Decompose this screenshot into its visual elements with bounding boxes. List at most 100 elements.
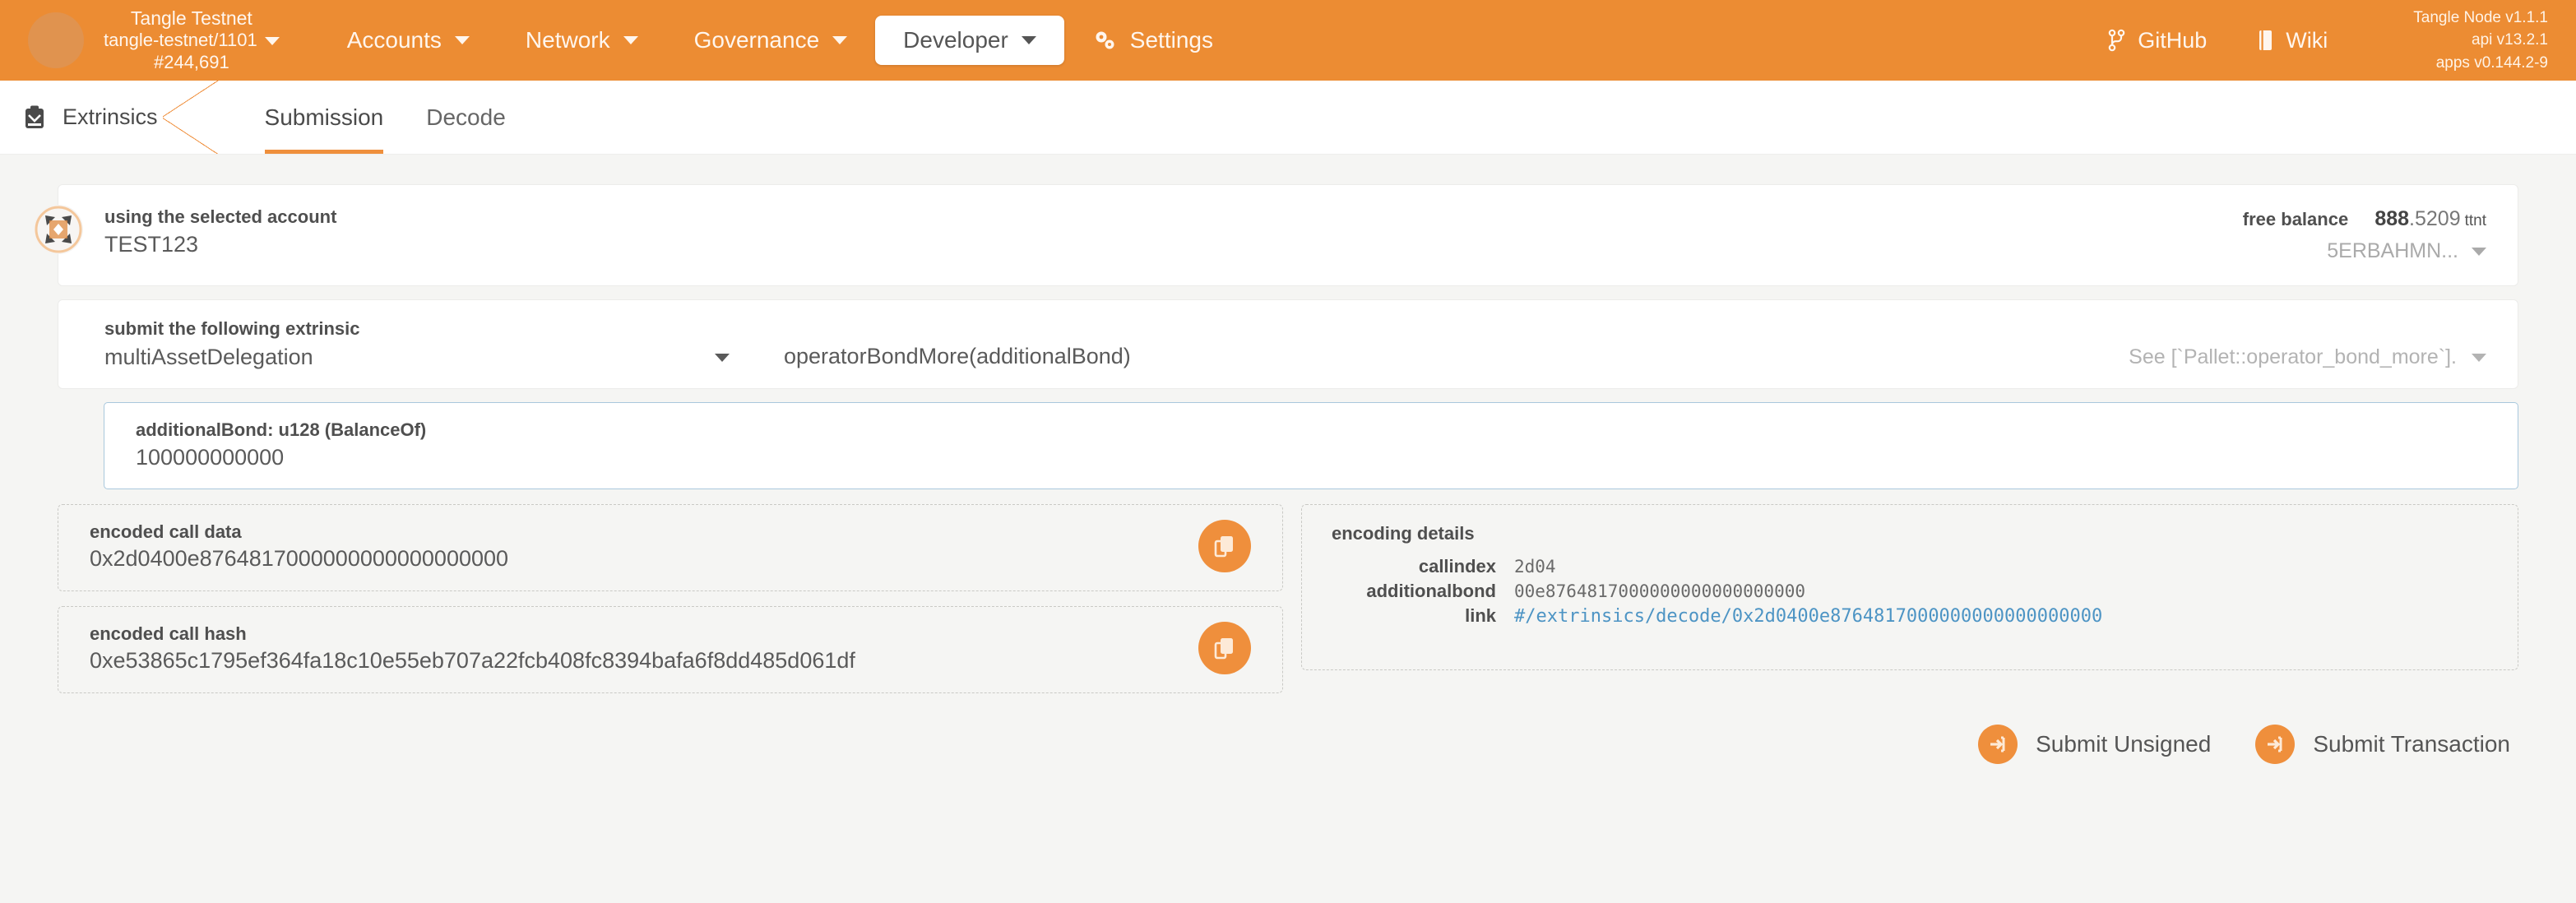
balance-amount: 888.5209ttnt [2374, 207, 2486, 230]
parameter-area: additionalBond: u128 (BalanceOf) 1000000… [58, 389, 2518, 489]
nav-item-settings[interactable]: Settings [1064, 16, 1241, 65]
main-content: using the selected account TEST123 free … [0, 155, 2576, 764]
node-version: Tangle Node v1.1.1 [2413, 7, 2548, 30]
balance-whole: 888 [2374, 207, 2409, 230]
additional-bond-label: additionalBond: u128 (BalanceOf) [136, 419, 2486, 441]
additional-bond-value[interactable]: 100000000000 [136, 445, 2486, 470]
nav-label-settings: Settings [1130, 27, 1213, 53]
tab-submission-label: Submission [265, 104, 384, 131]
encoded-call-data-text: encoded call data 0x2d0400e8764817000000… [90, 521, 508, 572]
chain-endpoint-label: tangle-testnet/1101 [104, 30, 257, 52]
github-link[interactable]: GitHub [2108, 28, 2207, 53]
chevron-down-icon [2472, 248, 2486, 256]
encoded-panels: encoded call data 0x2d0400e8764817000000… [58, 504, 1283, 693]
detail-key-callindex: callindex [1332, 556, 1514, 577]
pallet-value: multiAssetDelegation [104, 345, 313, 370]
version-info: Tangle Node v1.1.1 api v13.2.1 apps v0.1… [2413, 7, 2548, 75]
breadcrumb: Extrinsics [0, 81, 191, 154]
encoded-area: encoded call data 0x2d0400e8764817000000… [58, 504, 2518, 693]
nav-label-accounts: Accounts [347, 27, 442, 53]
chain-endpoint[interactable]: tangle-testnet/1101 [104, 30, 280, 52]
action-bar: Submit Unsigned Submit Transaction [58, 725, 2518, 764]
account-label: using the selected account [104, 205, 336, 229]
copy-call-hash-button[interactable] [1198, 622, 1251, 674]
encoded-call-hash-value: 0xe53865c1795ef364fa18c10e55eb707a22fcb4… [90, 648, 855, 674]
chain-block-number: #244,691 [104, 52, 280, 74]
tab-decode-label: Decode [426, 104, 506, 131]
balance-unit: ttnt [2465, 212, 2486, 229]
account-card: using the selected account TEST123 free … [58, 184, 2518, 286]
account-info: using the selected account TEST123 [104, 205, 336, 266]
chain-name: Tangle Testnet [104, 7, 280, 30]
encoded-call-hash-text: encoded call hash 0xe53865c1795ef364fa18… [90, 623, 855, 674]
gears-icon [1092, 29, 1117, 52]
nav-label-network: Network [526, 27, 610, 53]
chevron-down-icon [623, 36, 638, 44]
chevron-down-icon [832, 36, 847, 44]
extrinsic-label: submit the following extrinsic [104, 318, 730, 340]
chain-info: Tangle Testnet tangle-testnet/1101 #244,… [104, 7, 280, 74]
nav-label-governance: Governance [694, 27, 820, 53]
encoded-call-hash-label: encoded call hash [90, 623, 855, 645]
submit-transaction-label: Submit Transaction [2313, 731, 2510, 757]
tabs: Submission Decode [243, 81, 527, 154]
method-value: operatorBondMore(additionalBond) [784, 344, 1131, 368]
account-address-selector[interactable]: 5ERBAHMN... [2243, 237, 2486, 266]
nav-label-developer: Developer [903, 27, 1008, 53]
nav-item-governance[interactable]: Governance [666, 16, 876, 65]
api-version: api v13.2.1 [2413, 29, 2548, 52]
extrinsic-card: submit the following extrinsic multiAsse… [58, 299, 2518, 389]
chevron-down-icon [265, 37, 280, 45]
detail-value-additionalbond: 00e8764817000000000000000000 [1514, 581, 1805, 601]
detail-row: additionalbond 00e8764817000000000000000… [1332, 581, 2488, 602]
pallet-select[interactable]: submit the following extrinsic multiAsse… [104, 318, 730, 370]
copy-call-data-button[interactable] [1198, 520, 1251, 572]
submit-transaction-button[interactable]: Submit Transaction [2255, 725, 2510, 764]
chevron-down-icon [455, 36, 470, 44]
chain-selector[interactable]: Tangle Testnet tangle-testnet/1101 #244,… [28, 7, 280, 74]
balance-info: free balance 888.5209ttnt 5ERBAHMN... [2243, 205, 2486, 266]
tab-bar: Extrinsics Submission Decode [0, 81, 2576, 155]
encoded-call-hash-panel: encoded call hash 0xe53865c1795ef364fa18… [58, 606, 1283, 693]
book-icon [2256, 29, 2274, 52]
encoded-call-data-panel: encoded call data 0x2d0400e8764817000000… [58, 504, 1283, 591]
tab-submission[interactable]: Submission [243, 81, 405, 154]
github-fork-icon [2108, 29, 2126, 52]
extrinsic-selector-row: submit the following extrinsic multiAsse… [58, 300, 2518, 388]
detail-value-callindex: 2d04 [1514, 557, 1556, 577]
submit-unsigned-label: Submit Unsigned [2036, 731, 2211, 757]
submit-unsigned-button[interactable]: Submit Unsigned [1978, 725, 2211, 764]
detail-key-additionalbond: additionalbond [1332, 581, 1514, 602]
encoded-call-data-label: encoded call data [90, 521, 508, 543]
balance-decimal: .5209 [2409, 207, 2461, 230]
clipboard-icon [23, 104, 46, 131]
method-doc-text: See [`Pallet::operator_bond_more`]. [2129, 345, 2457, 369]
detail-value-link[interactable]: #/extrinsics/decode/0x2d0400e87648170000… [1514, 606, 2102, 627]
github-label: GitHub [2138, 28, 2207, 53]
detail-key-link: link [1332, 605, 1514, 627]
chain-logo-icon [28, 12, 84, 68]
chevron-down-icon [1022, 36, 1036, 44]
breadcrumb-label: Extrinsics [63, 104, 158, 130]
sign-in-icon [2255, 725, 2295, 764]
method-select[interactable]: operatorBondMore(additionalBond) [784, 344, 1131, 370]
avatar[interactable] [34, 205, 83, 254]
chevron-down-icon [715, 354, 730, 362]
apps-version: apps v0.144.2-9 [2413, 52, 2548, 75]
wiki-link[interactable]: Wiki [2256, 28, 2328, 53]
nav-item-accounts[interactable]: Accounts [319, 16, 498, 65]
account-address: 5ERBAHMN... [2327, 237, 2458, 266]
wiki-label: Wiki [2286, 28, 2328, 53]
nav-item-developer[interactable]: Developer [875, 16, 1064, 65]
detail-row: callindex 2d04 [1332, 556, 2488, 577]
account-name: TEST123 [104, 229, 336, 259]
nav-item-network[interactable]: Network [498, 16, 666, 65]
top-navigation-bar: Tangle Testnet tangle-testnet/1101 #244,… [0, 0, 2576, 81]
additional-bond-field[interactable]: additionalBond: u128 (BalanceOf) 1000000… [104, 402, 2518, 489]
method-doc-select[interactable]: See [`Pallet::operator_bond_more`]. [2129, 345, 2486, 370]
tab-decode[interactable]: Decode [405, 81, 527, 154]
detail-row: link #/extrinsics/decode/0x2d0400e876481… [1332, 605, 2488, 627]
chevron-down-icon [2472, 354, 2486, 362]
sign-in-icon [1978, 725, 2018, 764]
balance-label: free balance [2243, 209, 2348, 229]
